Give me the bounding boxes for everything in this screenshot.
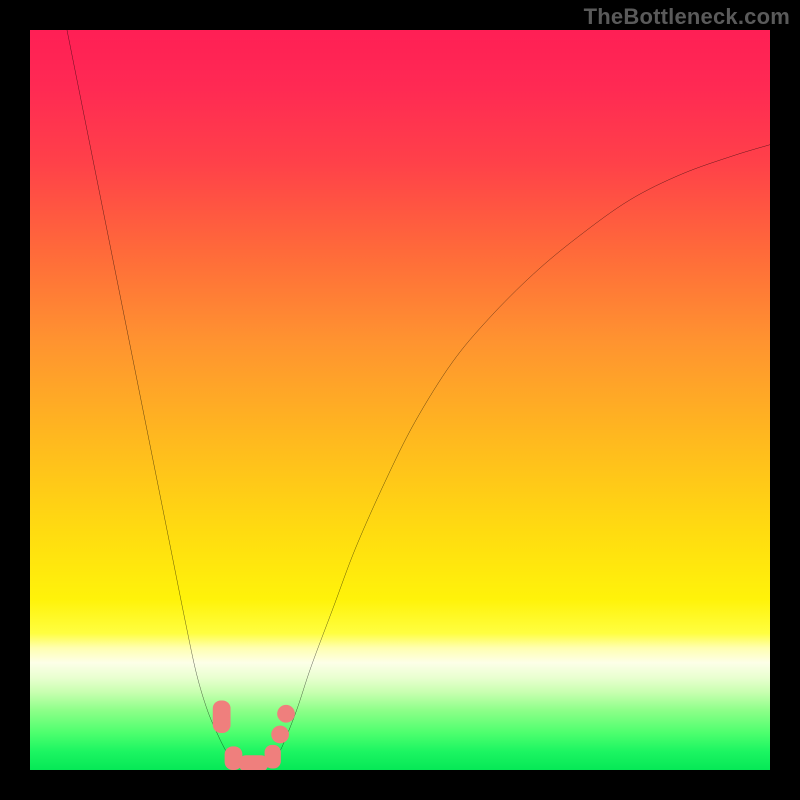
marker-4 [271, 726, 289, 744]
marker-5 [277, 705, 295, 723]
watermark-text: TheBottleneck.com [584, 4, 790, 30]
outer-frame: TheBottleneck.com [0, 0, 800, 800]
series-right-branch [273, 145, 770, 763]
plot-area [30, 30, 770, 770]
curve-layer [30, 30, 770, 770]
marker-0 [213, 700, 231, 733]
series-left-branch [67, 30, 233, 763]
marker-3 [265, 745, 281, 769]
marker-2 [239, 755, 269, 770]
